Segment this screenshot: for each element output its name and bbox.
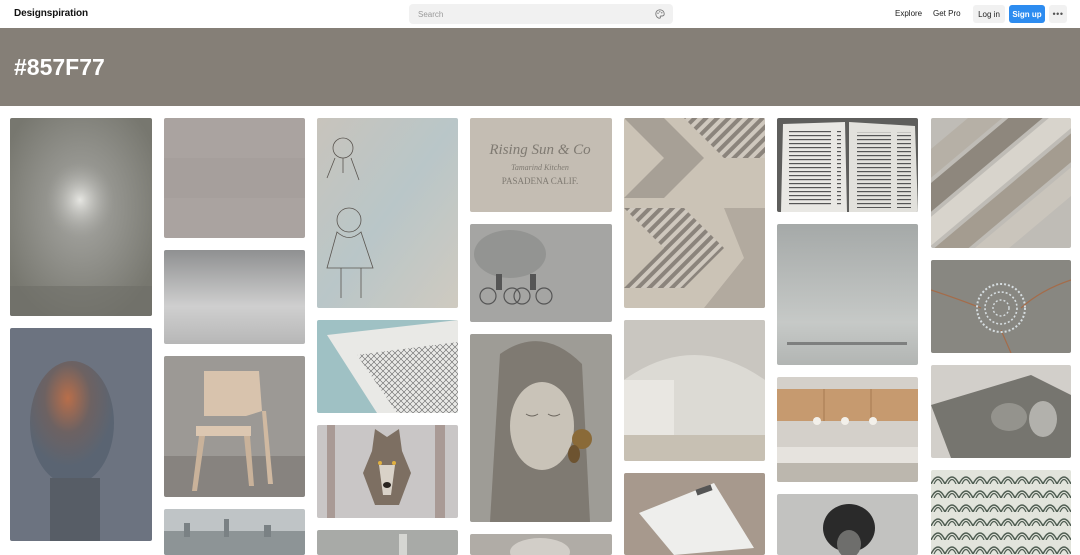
image-tile-bronze-face[interactable]: [10, 328, 152, 541]
image-tile-pattern-paper[interactable]: [317, 320, 458, 413]
image-tile-printed-fabric[interactable]: [931, 365, 1071, 458]
color-hex-title: #857F77: [14, 54, 105, 80]
image-tile-sketch-figures[interactable]: [317, 118, 458, 308]
image-tile-open-book[interactable]: [777, 118, 918, 212]
image-tile-wolf[interactable]: [317, 425, 458, 518]
image-tile-green-pattern[interactable]: [931, 470, 1071, 555]
search-input[interactable]: [409, 4, 639, 25]
image-tile-lace-doily[interactable]: [931, 260, 1071, 353]
signup-button[interactable]: Sign up: [1009, 5, 1045, 23]
label-line1: Rising Sun & Co: [488, 142, 591, 158]
image-tile-kitchen[interactable]: [777, 377, 918, 482]
label-line2: Tamarind Kitchen: [511, 163, 569, 172]
image-tile-foggy-sculpture[interactable]: [10, 118, 152, 316]
more-options-button[interactable]: •••: [1049, 5, 1067, 23]
login-button[interactable]: Log in: [973, 5, 1005, 23]
image-tile-gray-texture[interactable]: [164, 118, 305, 238]
color-banner: #857F77: [0, 28, 1080, 106]
top-navigation-bar: Designspiration Explore Get Pro Log in S…: [0, 0, 1080, 28]
site-logo[interactable]: Designspiration: [14, 8, 88, 19]
search-box[interactable]: [409, 4, 673, 25]
image-tile-city-aerial[interactable]: [164, 509, 305, 555]
image-tile-afro-portrait[interactable]: [777, 494, 918, 555]
image-tile-envelope[interactable]: [624, 473, 765, 555]
image-tile-white-interior[interactable]: [624, 320, 765, 461]
explore-link[interactable]: Explore: [895, 9, 922, 18]
image-tile-vase[interactable]: [317, 530, 458, 555]
image-tile-sculpture-bottom[interactable]: [470, 534, 612, 555]
image-tile-seascape[interactable]: [164, 250, 305, 344]
image-tile-wooden-chair[interactable]: [164, 356, 305, 497]
label-line3: PASADENA CALIF.: [502, 176, 578, 186]
image-tile-foggy-plain[interactable]: [777, 224, 918, 365]
image-tile-girl-portrait[interactable]: [470, 334, 612, 522]
get-pro-link[interactable]: Get Pro: [933, 9, 961, 18]
image-tile-wood-planks[interactable]: [931, 118, 1071, 248]
image-tile-chevron-floor[interactable]: [624, 118, 765, 308]
image-tile-vintage-label[interactable]: Rising Sun & Co Tamarind Kitchen PASADEN…: [470, 118, 612, 212]
color-palette-icon[interactable]: [655, 9, 665, 19]
image-tile-foggy-cyclists[interactable]: [470, 224, 612, 322]
